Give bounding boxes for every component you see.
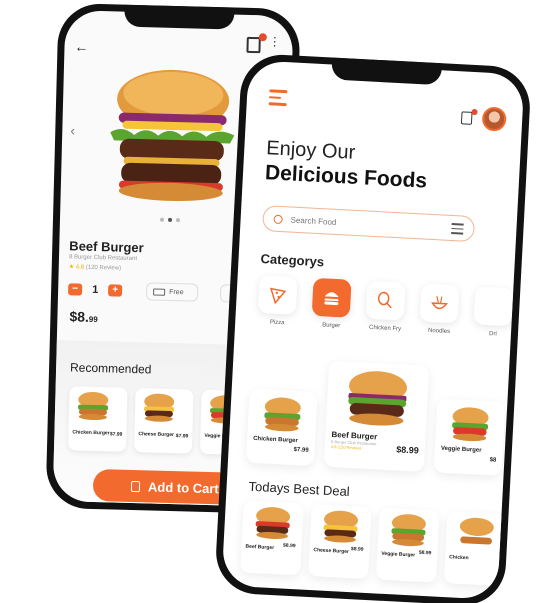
home-screen: Enjoy Our Delicious Foods Categorys Pizz… <box>221 60 525 600</box>
category-label: Burger <box>322 322 341 330</box>
search-icon <box>273 214 283 224</box>
food-price: $8.99 <box>395 444 420 456</box>
food-card[interactable]: Veggie Burger $8 <box>433 398 506 476</box>
home-phone: Enjoy Our Delicious Foods Categorys Pizz… <box>214 52 532 603</box>
pizza-icon <box>257 274 298 315</box>
category-noodles[interactable]: Noodles <box>419 283 462 335</box>
burger-thumbnail <box>391 514 426 547</box>
category-list: Pizza Burger Chicken Fry Noodles Dri <box>257 274 516 338</box>
food-card-featured[interactable]: Beef Burger 8 Burger Club Restaurant 4.8… <box>323 360 430 472</box>
food-price: $8 <box>489 457 497 464</box>
deal-card[interactable]: Veggie Burger $8.99 <box>375 507 440 583</box>
carousel-dot-active[interactable] <box>167 217 173 222</box>
chevron-left-icon[interactable]: ‹ <box>70 122 75 138</box>
cart-badge <box>471 108 478 116</box>
burger-thumbnail <box>78 391 109 420</box>
category-chicken-fry[interactable]: Chicken Fry <box>365 280 408 333</box>
categories-title: Categorys <box>260 251 325 270</box>
greeting-text: Enjoy Our <box>265 137 356 164</box>
recommended-title: Recommended <box>69 360 152 377</box>
best-deal-title: Todays Best Deal <box>248 478 351 499</box>
delivery-label: Free <box>169 288 184 296</box>
cart-badge <box>258 33 267 42</box>
minus-button[interactable]: − <box>68 283 83 296</box>
quantity-value: 1 <box>91 283 99 297</box>
deal-price: $8.99 <box>350 546 364 553</box>
carousel-dot[interactable] <box>159 217 165 222</box>
burger-thumbnail <box>255 507 291 539</box>
food-name: Chicken Burger <box>252 435 298 445</box>
recommended-card[interactable]: Cheese Burger $7.99 <box>133 388 194 454</box>
burger-thumbnail <box>452 407 489 442</box>
restaurant-name: 8 Burger Club Restaurant <box>68 254 138 263</box>
product-title: Beef Burger <box>69 238 144 256</box>
category-label: Chicken Fry <box>368 324 402 333</box>
noodles-icon <box>419 283 460 324</box>
popular-list: Chicken Burger $7.99 Beef Burger 8 Burge… <box>245 357 507 476</box>
quantity-stepper: − 1 + <box>68 283 123 297</box>
deal-name: Chicken <box>449 554 469 562</box>
deal-card[interactable]: Cheese Burger $8.99 <box>308 504 372 580</box>
product-rating: ★ 4.8 (120 Review) <box>69 263 122 271</box>
avatar[interactable] <box>481 106 507 132</box>
carousel-dots[interactable] <box>159 217 181 223</box>
deal-card[interactable]: Chicken <box>443 511 508 587</box>
plus-button[interactable]: + <box>108 284 123 297</box>
add-to-cart-label: Add to Cart <box>147 478 219 496</box>
more-options-icon[interactable]: ⋮ <box>269 34 281 48</box>
page-title: Delicious Foods <box>264 161 428 193</box>
category-label: Dri <box>488 331 497 338</box>
burger-thumbnail <box>459 517 494 545</box>
deal-price: $8.99 <box>282 542 296 550</box>
category-pizza[interactable]: Pizza <box>257 274 300 327</box>
bag-icon <box>130 480 141 492</box>
menu-icon[interactable] <box>268 89 288 109</box>
category-label: Noodles <box>427 327 451 336</box>
filter-icon[interactable] <box>451 222 464 237</box>
back-arrow-icon[interactable]: ← <box>74 38 88 54</box>
truck-icon <box>153 287 166 296</box>
recommended-price: $7.99 <box>109 431 123 438</box>
deal-price: $8.99 <box>418 549 432 557</box>
burger-icon <box>311 277 352 318</box>
carousel-dot[interactable] <box>175 218 181 223</box>
deal-card[interactable]: Beef Burger $8.99 <box>240 500 304 576</box>
burger-thumbnail <box>144 393 175 422</box>
beef-burger-image <box>110 69 235 202</box>
price-cents: 99 <box>88 314 98 325</box>
food-name: Veggie Burger <box>440 445 482 454</box>
product-price: $8.99 <box>69 308 98 325</box>
drink-icon <box>473 286 514 327</box>
food-card[interactable]: Chicken Burger $7.99 <box>245 388 318 467</box>
app-showcase: ← ⋮ ‹ Beef Burger 8 Burger Club Restaura… <box>0 0 538 603</box>
phone-notch <box>124 4 235 30</box>
burger-thumbnail <box>348 371 408 426</box>
category-drinks[interactable]: Dri <box>473 286 516 338</box>
recommended-card[interactable]: Chicken Burger $7.99 <box>67 386 128 452</box>
best-deal-list: Beef Burger $8.99 Cheese Burger $8.99 Ve… <box>240 500 508 587</box>
drumstick-icon <box>365 280 406 321</box>
price-main: $8. <box>69 308 90 325</box>
category-label: Pizza <box>269 319 285 327</box>
search-input[interactable] <box>290 215 431 232</box>
burger-thumbnail <box>264 397 301 432</box>
food-price: $7.99 <box>293 447 309 454</box>
search-bar <box>262 205 476 243</box>
recommended-price: $7.99 <box>175 433 189 440</box>
cart-icon[interactable] <box>460 111 473 125</box>
delivery-pill: Free <box>145 282 199 302</box>
burger-thumbnail <box>323 510 359 543</box>
category-burger[interactable]: Burger <box>311 277 354 330</box>
rating-value: ★ 4.8 <box>68 264 85 271</box>
rating-reviews: (120 Review) <box>85 264 122 272</box>
